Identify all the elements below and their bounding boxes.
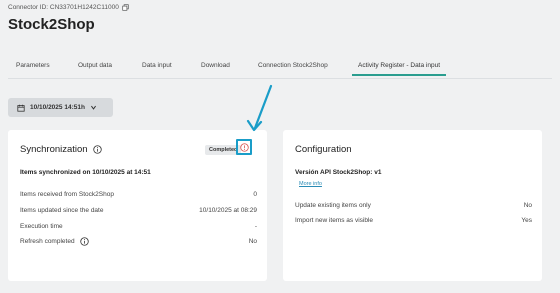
row-label: Items updated since the date bbox=[20, 207, 104, 214]
row-value: No bbox=[523, 202, 532, 209]
synchronization-card: Synchronization Completed Items synchron… bbox=[8, 130, 267, 281]
connector-id: Connector ID: CN33701H1242C11000 bbox=[8, 4, 129, 11]
calendar-icon bbox=[17, 104, 25, 112]
api-version: Versión API Stock2Shop: v1 bbox=[295, 169, 382, 176]
row-label: Import new items as visible bbox=[295, 217, 374, 224]
config-row: Import new items as visible Yes bbox=[295, 217, 532, 224]
row-value: 10/10/2025 at 08:29 bbox=[199, 207, 257, 214]
info-icon[interactable] bbox=[79, 237, 89, 246]
tab-data-input[interactable]: Data input bbox=[142, 62, 172, 69]
row-label: Refresh completed bbox=[20, 238, 75, 245]
warning-icon[interactable] bbox=[239, 142, 249, 152]
connector-id-text: Connector ID: CN33701H1242C11000 bbox=[8, 4, 119, 11]
row-value: 0 bbox=[253, 191, 257, 198]
config-card-title: Configuration bbox=[295, 144, 352, 155]
date-selector-button[interactable]: 10/10/2025 14:51h bbox=[8, 98, 113, 117]
sync-row: Execution time - bbox=[20, 223, 257, 230]
row-value: No bbox=[248, 238, 257, 245]
pointer-arrow bbox=[246, 84, 273, 132]
row-label: Items received from Stock2Shop bbox=[20, 191, 114, 198]
config-row: Update existing items only No bbox=[295, 202, 532, 209]
row-value: Yes bbox=[521, 217, 532, 224]
row-value: - bbox=[254, 223, 257, 230]
tab-activity-register[interactable]: Activity Register - Data input bbox=[351, 62, 447, 76]
tab-download[interactable]: Download bbox=[201, 62, 230, 69]
tab-parameters[interactable]: Parameters bbox=[16, 62, 50, 69]
sync-title-text: Synchronization bbox=[20, 144, 88, 155]
chevron-down-icon bbox=[90, 105, 96, 110]
row-label: Execution time bbox=[20, 223, 63, 230]
sync-card-title: Synchronization bbox=[20, 144, 102, 155]
copy-icon[interactable] bbox=[122, 4, 129, 11]
sync-row: Items received from Stock2Shop 0 bbox=[20, 191, 257, 198]
page-title: Stock2Shop bbox=[8, 16, 95, 33]
row-label: Update existing items only bbox=[295, 202, 371, 209]
tab-output-data[interactable]: Output data bbox=[78, 62, 112, 69]
tab-bar: Parameters Output data Data input Downlo… bbox=[8, 62, 552, 78]
sync-row: Refresh completed No bbox=[20, 237, 257, 246]
tab-divider bbox=[8, 78, 552, 79]
tab-connection-stock2shop[interactable]: Connection Stock2Shop bbox=[258, 62, 328, 69]
row-label-group: Refresh completed bbox=[20, 237, 89, 246]
sync-timestamp: Items synchronized on 10/10/2025 at 14:5… bbox=[20, 169, 151, 176]
date-selector-label: 10/10/2025 14:51h bbox=[30, 104, 85, 111]
configuration-card: Configuration Versión API Stock2Shop: v1… bbox=[283, 130, 542, 281]
warning-highlight[interactable] bbox=[236, 139, 252, 155]
info-icon[interactable] bbox=[92, 145, 102, 154]
sync-row: Items updated since the date 10/10/2025 a… bbox=[20, 207, 257, 214]
more-info-link[interactable]: More info bbox=[299, 181, 322, 187]
